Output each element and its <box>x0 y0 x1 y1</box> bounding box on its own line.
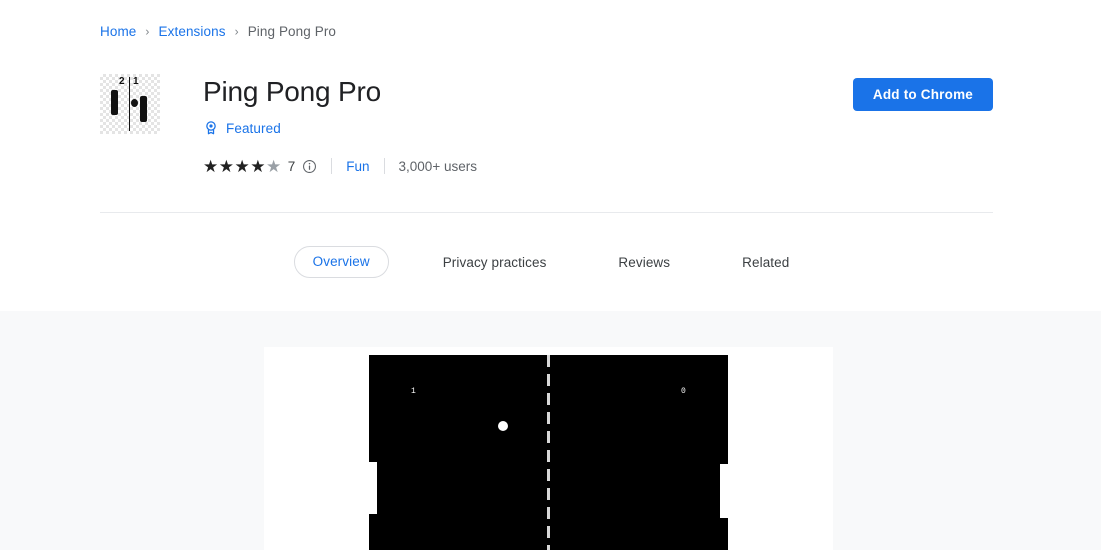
tab-overview[interactable]: Overview <box>293 246 389 278</box>
pong-center-net <box>547 355 550 550</box>
add-to-chrome-button[interactable]: Add to Chrome <box>852 78 993 111</box>
meta-divider <box>331 158 333 174</box>
breadcrumb: Home › Extensions › Ping Pong Pro <box>100 24 336 39</box>
icon-score-left: 2 <box>119 76 125 87</box>
extension-detail-page: Home › Extensions › Ping Pong Pro 2 1 Pi… <box>0 0 1101 550</box>
star-filled-icon: ★ <box>218 156 235 176</box>
star-filled-icon: ★ <box>203 156 219 176</box>
icon-net-line <box>129 77 130 131</box>
page-header: Home › Extensions › Ping Pong Pro 2 1 Pi… <box>0 0 1101 311</box>
extension-meta-row: ★ ★ ★ ★ ★ 7 Fun 3,000+ users <box>203 156 477 176</box>
icon-ball <box>131 99 138 107</box>
pong-paddle-left <box>369 462 377 514</box>
breadcrumb-item-extensions[interactable]: Extensions <box>159 24 226 39</box>
star-filled-icon: ★ <box>250 156 266 176</box>
breadcrumb-item-current: Ping Pong Pro <box>247 24 337 39</box>
tab-related[interactable]: Related <box>724 247 807 278</box>
tab-privacy-practices[interactable]: Privacy practices <box>425 247 565 278</box>
info-circle-icon[interactable] <box>302 159 317 174</box>
icon-score-right: 1 <box>133 76 139 87</box>
pong-paddle-right <box>720 464 728 518</box>
screenshot-section: 1 0 <box>0 311 1101 550</box>
icon-paddle-right <box>140 96 147 122</box>
extension-title-block: Ping Pong Pro Featured ★ ★ ★ ★ ★ 7 Fun 3… <box>203 74 477 176</box>
tab-bar: Overview Privacy practices Reviews Relat… <box>0 246 1101 278</box>
meta-divider <box>383 158 385 174</box>
pong-ball <box>498 421 508 431</box>
pong-gameplay-screenshot: 1 0 <box>369 355 728 550</box>
breadcrumb-item-home[interactable]: Home <box>100 24 136 39</box>
extension-title-row: 2 1 Ping Pong Pro Featured ★ ★ ★ ★ ★ 7 F… <box>100 74 477 176</box>
breadcrumb-separator-icon: › <box>234 24 239 38</box>
icon-paddle-left <box>111 90 118 115</box>
ping-pong-extension-icon: 2 1 <box>100 74 160 134</box>
breadcrumb-separator-icon: › <box>145 24 150 38</box>
category-link[interactable]: Fun <box>346 159 369 174</box>
featured-label: Featured <box>226 120 281 136</box>
page-title: Ping Pong Pro <box>203 76 381 107</box>
star-empty-icon: ★ <box>266 156 282 176</box>
rating-stars: ★ ★ ★ ★ ★ <box>203 158 282 175</box>
pong-score-left: 1 <box>411 387 416 396</box>
screenshot-card[interactable]: 1 0 <box>264 347 833 550</box>
award-badge-icon <box>206 121 216 135</box>
star-filled-icon: ★ <box>234 156 251 176</box>
featured-badge: Featured <box>203 119 477 137</box>
tab-reviews[interactable]: Reviews <box>600 247 688 278</box>
header-divider <box>100 212 993 213</box>
user-count: 3,000+ users <box>398 158 477 174</box>
pong-score-right: 0 <box>681 387 686 396</box>
rating-count: 7 <box>287 158 296 174</box>
